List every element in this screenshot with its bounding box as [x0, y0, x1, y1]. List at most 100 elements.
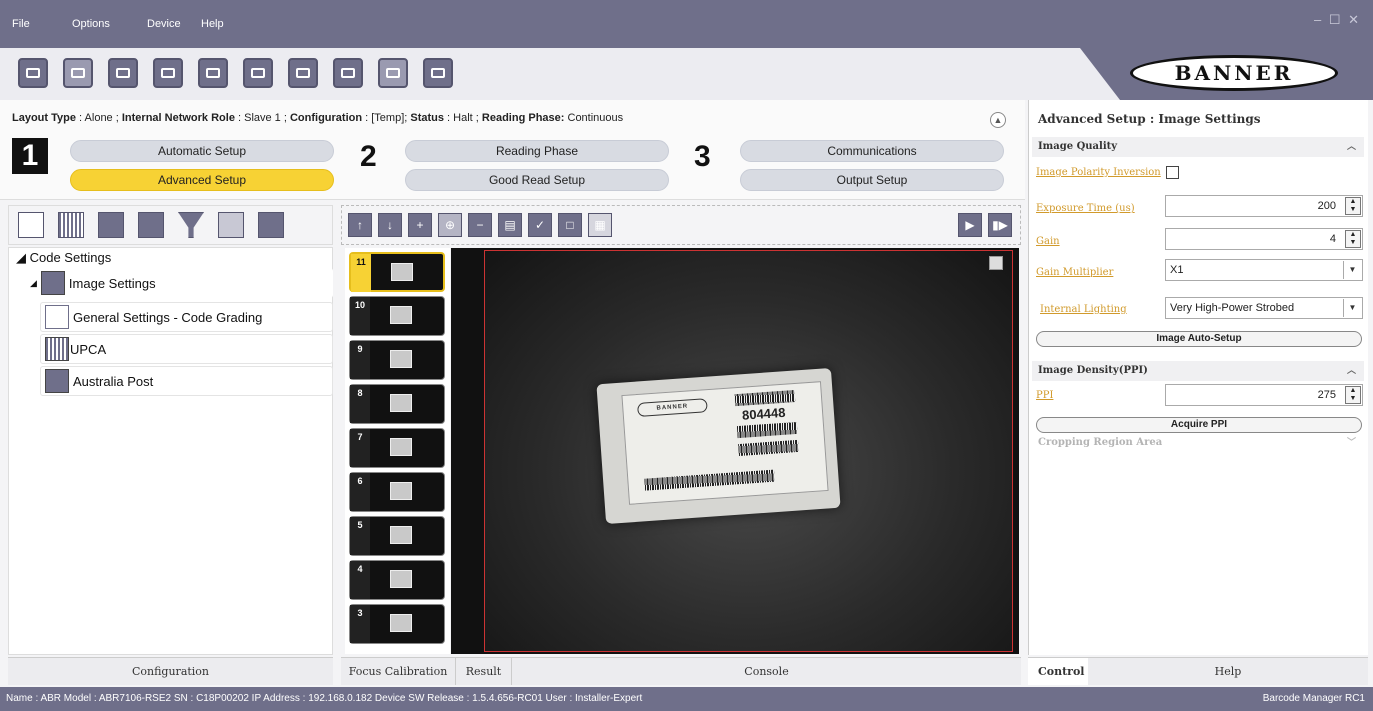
tree-image-settings[interactable]: ◢ Image Settings: [28, 268, 333, 298]
window-icon[interactable]: [153, 58, 183, 88]
tree-upca[interactable]: UPCA: [40, 334, 333, 364]
automatic-setup-button[interactable]: Automatic Setup: [70, 140, 334, 162]
export-icon[interactable]: [288, 58, 318, 88]
thumbnail-image: [390, 350, 412, 368]
step-3-number: 3: [694, 140, 711, 173]
device-icon[interactable]: [18, 58, 48, 88]
panel-title: Advanced Setup : Image Settings: [1038, 112, 1261, 126]
thumbnail-number: 9: [350, 341, 370, 379]
expand-arrow-icon[interactable]: ◢: [30, 278, 37, 289]
collapse-up-icon[interactable]: ▲: [990, 112, 1006, 128]
thumbnail[interactable]: 8: [349, 384, 445, 424]
tree-code-settings[interactable]: ◢ Code Settings: [16, 250, 111, 266]
spinner-icon[interactable]: ▲ ▼: [1345, 230, 1361, 248]
postal-code-icon[interactable]: [138, 212, 164, 238]
thumbnail[interactable]: 5: [349, 516, 445, 556]
step-2-number: 2: [360, 140, 377, 173]
thumbnail[interactable]: 11: [349, 252, 445, 292]
send-config-icon[interactable]: [198, 58, 228, 88]
section-cropping-region[interactable]: Cropping Region Area ﹀: [1032, 433, 1364, 453]
ppi-value: 275: [1317, 389, 1336, 401]
spinner-icon[interactable]: ▲ ▼: [1345, 197, 1361, 215]
exposure-time-value: 200: [1317, 200, 1336, 212]
save-to-file-icon[interactable]: [333, 58, 363, 88]
zoom-in-icon[interactable]: +: [408, 213, 432, 237]
section-image-quality[interactable]: Image Quality ︿: [1032, 137, 1364, 157]
tree-australia-post[interactable]: Australia Post: [40, 366, 333, 396]
thumbnail[interactable]: 6: [349, 472, 445, 512]
tab-console[interactable]: Console: [512, 658, 1021, 685]
exposure-time-field[interactable]: 200 ▲ ▼: [1165, 195, 1363, 217]
chevron-down-icon[interactable]: ▼: [1343, 299, 1361, 317]
tree-general-settings[interactable]: General Settings - Code Grading: [40, 302, 333, 332]
add-code-icon[interactable]: [18, 212, 44, 238]
acquire-ppi-button[interactable]: Acquire PPI: [1036, 417, 1362, 433]
chevron-down-icon[interactable]: ▼: [1343, 261, 1361, 279]
chevron-up-icon[interactable]: ︿: [1347, 361, 1356, 381]
zoom-fit-icon[interactable]: ⊕: [438, 213, 462, 237]
menu-device[interactable]: Device: [147, 18, 181, 30]
window-controls[interactable]: – ☐ ✕: [1314, 12, 1361, 28]
internal-lighting-label[interactable]: Internal Lighting: [1040, 304, 1127, 315]
network-icon[interactable]: [423, 58, 453, 88]
postal-code-icon: [45, 369, 69, 393]
thumbnail[interactable]: 4: [349, 560, 445, 600]
zoom-out-icon[interactable]: −: [468, 213, 492, 237]
exposure-time-label[interactable]: Exposure Time (us): [1036, 203, 1135, 214]
image-auto-setup-button[interactable]: Image Auto-Setup: [1036, 331, 1362, 347]
tab-focus-calibration[interactable]: Focus Calibration: [341, 658, 456, 685]
grid-icon[interactable]: ▦: [588, 213, 612, 237]
ppi-label[interactable]: PPI: [1036, 390, 1053, 401]
spinner-icon[interactable]: ▲ ▼: [1345, 386, 1361, 404]
communications-button[interactable]: Communications: [740, 140, 1004, 162]
thumbnail[interactable]: 10: [349, 296, 445, 336]
device-settings-icon[interactable]: [108, 58, 138, 88]
gain-multiplier-label[interactable]: Gain Multiplier: [1036, 267, 1113, 278]
barcode-icon[interactable]: [58, 212, 84, 238]
save-disabled-icon[interactable]: [378, 58, 408, 88]
save-to-device-icon[interactable]: [243, 58, 273, 88]
delete-icon[interactable]: [218, 212, 244, 238]
image-polarity-inversion-checkbox[interactable]: [1166, 166, 1179, 179]
save-images-icon[interactable]: ▤: [498, 213, 522, 237]
status-label: Status: [410, 112, 444, 124]
menu-options[interactable]: Options: [72, 18, 110, 30]
arrow-down-icon[interactable]: ↓: [378, 213, 402, 237]
menu-help[interactable]: Help: [201, 18, 224, 30]
ppi-field[interactable]: 275 ▲ ▼: [1165, 384, 1363, 406]
internal-lighting-select[interactable]: Very High-Power Strobed ▼: [1165, 297, 1363, 319]
configuration-tab[interactable]: Configuration: [8, 657, 333, 685]
image-polarity-inversion-label[interactable]: Image Polarity Inversion: [1036, 167, 1161, 178]
datamatrix-icon[interactable]: [98, 212, 124, 238]
thumbnail-number: 4: [350, 561, 370, 599]
check-icon[interactable]: ✓: [528, 213, 552, 237]
section-image-density[interactable]: Image Density(PPI) ︿: [1032, 361, 1364, 381]
gain-label[interactable]: Gain: [1036, 236, 1060, 247]
gain-multiplier-select[interactable]: X1 ▼: [1165, 259, 1363, 281]
thumbnail[interactable]: 3: [349, 604, 445, 644]
thumbnail-image: [390, 438, 412, 456]
save-image-icon[interactable]: [989, 256, 1003, 270]
crop-icon[interactable]: □: [558, 213, 582, 237]
network-role-value: : Slave 1 ;: [234, 112, 290, 124]
thumbnail[interactable]: 7: [349, 428, 445, 468]
thumbnail[interactable]: 9: [349, 340, 445, 380]
arrow-up-icon[interactable]: ↑: [348, 213, 372, 237]
tab-control[interactable]: Control: [1028, 658, 1088, 685]
autolearn-icon[interactable]: [258, 212, 284, 238]
thumbnail-image: [390, 306, 412, 324]
chevron-up-icon[interactable]: ︿: [1347, 137, 1356, 157]
output-setup-button[interactable]: Output Setup: [740, 169, 1004, 191]
good-read-setup-button[interactable]: Good Read Setup: [405, 169, 669, 191]
menu-file[interactable]: File: [12, 18, 30, 30]
chevron-down-icon[interactable]: ﹀: [1347, 433, 1356, 453]
tab-help[interactable]: Help: [1088, 658, 1368, 685]
reading-phase-button[interactable]: Reading Phase: [405, 140, 669, 162]
tab-result[interactable]: Result: [456, 658, 512, 685]
advanced-setup-button[interactable]: Advanced Setup: [70, 169, 334, 191]
gain-field[interactable]: 4 ▲ ▼: [1165, 228, 1363, 250]
step-forward-icon[interactable]: ▮▶: [988, 213, 1012, 237]
search-device-icon[interactable]: [63, 58, 93, 88]
play-icon[interactable]: ▶: [958, 213, 982, 237]
title-menu-bar: File Options Device Help – ☐ ✕: [0, 0, 1373, 48]
